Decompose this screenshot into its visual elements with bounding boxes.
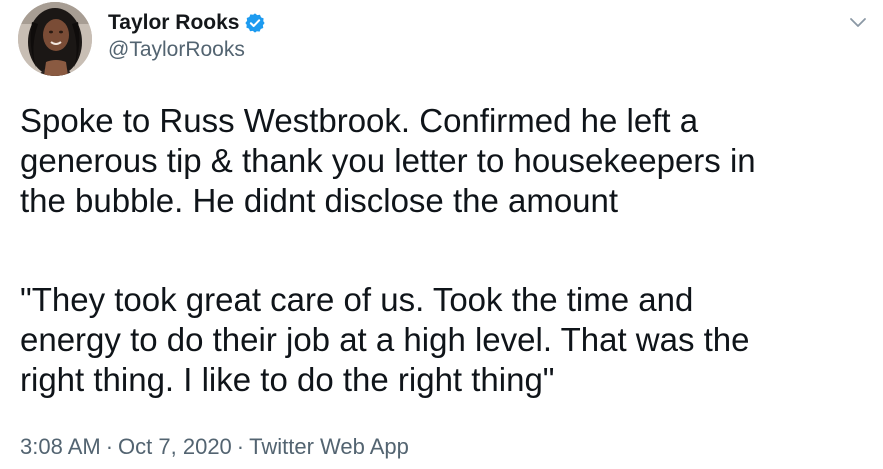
tweet-card: Taylor Rooks @TaylorRooks Spoke to Russ … bbox=[0, 0, 883, 469]
meta-separator: · bbox=[236, 434, 245, 459]
tweet-metadata: 3:08 AM · Oct 7, 2020 · Twitter Web App bbox=[20, 434, 409, 460]
verified-badge-icon bbox=[244, 12, 266, 34]
tweet-text-line: right thing. I like to do the right thin… bbox=[20, 361, 555, 398]
tweet-text-paragraph-2: "They took great care of us. Took the ti… bbox=[20, 280, 875, 400]
chevron-down-icon[interactable] bbox=[846, 10, 870, 34]
tweet-text-line: the bubble. He didnt disclose the amount bbox=[20, 182, 619, 219]
tweet-source[interactable]: Twitter Web App bbox=[249, 434, 409, 459]
profile-photo bbox=[18, 2, 92, 76]
meta-separator: · bbox=[105, 434, 114, 459]
tweet-text-line: Spoke to Russ Westbrook. Confirmed he le… bbox=[20, 102, 699, 139]
author-name-row[interactable]: Taylor Rooks bbox=[108, 8, 266, 38]
author-handle[interactable]: @TaylorRooks bbox=[108, 38, 245, 62]
tweet-text-line: energy to do their job at a high level. … bbox=[20, 321, 750, 358]
tweet-text-line: "They took great care of us. Took the ti… bbox=[20, 281, 694, 318]
avatar[interactable] bbox=[18, 2, 92, 76]
author-display-name[interactable]: Taylor Rooks bbox=[108, 11, 239, 35]
tweet-date[interactable]: Oct 7, 2020 bbox=[118, 434, 232, 459]
tweet-time[interactable]: 3:08 AM bbox=[20, 434, 101, 459]
tweet-text-line: generous tip & thank you letter to house… bbox=[20, 142, 756, 179]
tweet-text-paragraph-1: Spoke to Russ Westbrook. Confirmed he le… bbox=[20, 101, 875, 221]
